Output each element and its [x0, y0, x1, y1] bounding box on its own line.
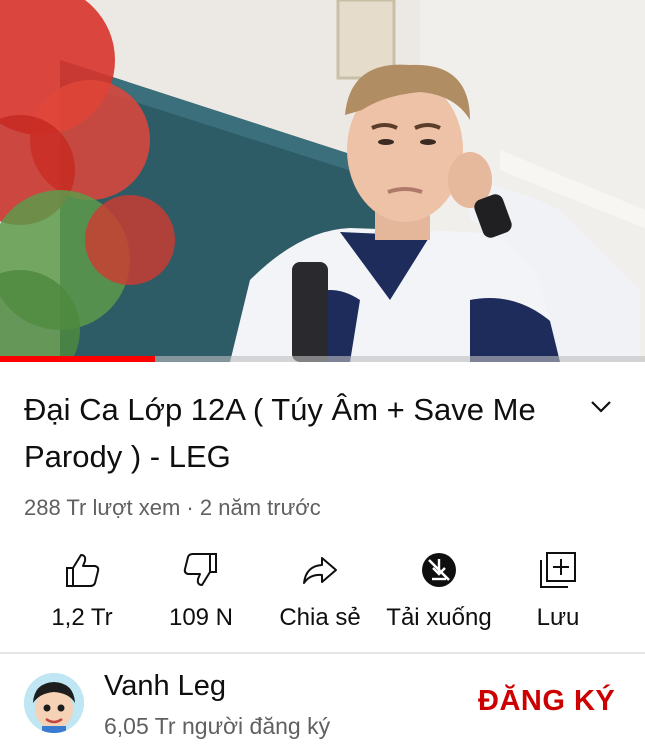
- video-meta: 288 Tr lượt xem · 2 năm trước: [24, 495, 321, 521]
- channel-name[interactable]: Vanh Leg: [104, 670, 226, 703]
- video-player[interactable]: [0, 0, 645, 362]
- upload-age: 2 năm trước: [199, 495, 321, 520]
- expand-description-button[interactable]: [586, 392, 616, 422]
- video-title: Đại Ca Lớp 12A ( Túy Âm + Save Me Parody…: [24, 392, 536, 474]
- like-button[interactable]: 1,2 Tr: [22, 548, 142, 632]
- divider: [0, 652, 645, 654]
- subscribe-button[interactable]: ĐĂNG KÝ: [478, 685, 615, 718]
- download-button[interactable]: Tải xuống: [379, 548, 499, 632]
- download-disabled-icon: [422, 553, 456, 587]
- thumbs-up-icon: [66, 554, 100, 587]
- video-frame-image: [0, 0, 645, 362]
- share-arrow-icon: [303, 557, 337, 584]
- video-title-area: Đại Ca Lớp 12A ( Túy Âm + Save Me Parody…: [24, 386, 584, 480]
- dislike-button[interactable]: 109 N: [141, 548, 261, 632]
- view-count: 288 Tr lượt xem: [24, 495, 181, 520]
- add-to-playlist-icon: [540, 552, 576, 588]
- subscriber-count: 6,05 Tr người đăng ký: [104, 713, 331, 739]
- chevron-down-icon: [591, 401, 611, 413]
- dislike-count: 109 N: [168, 604, 234, 631]
- action-bar: 1,2 Tr 109 N Chia sẻ Tải xuống Lưu: [0, 548, 645, 638]
- avatar-cartoon-image: [24, 673, 84, 733]
- like-count: 1,2 Tr: [51, 604, 113, 631]
- progress-bar-fill: [0, 356, 155, 362]
- save-button[interactable]: Lưu: [498, 548, 618, 632]
- channel-avatar[interactable]: [24, 673, 84, 733]
- share-label: Chia sẻ: [279, 604, 361, 631]
- progress-bar[interactable]: [0, 356, 645, 362]
- save-label: Lưu: [536, 604, 580, 631]
- thumbs-down-icon: [183, 553, 217, 586]
- share-button[interactable]: Chia sẻ: [260, 548, 380, 632]
- meta-separator: ·: [180, 495, 200, 520]
- download-label: Tải xuống: [386, 604, 492, 631]
